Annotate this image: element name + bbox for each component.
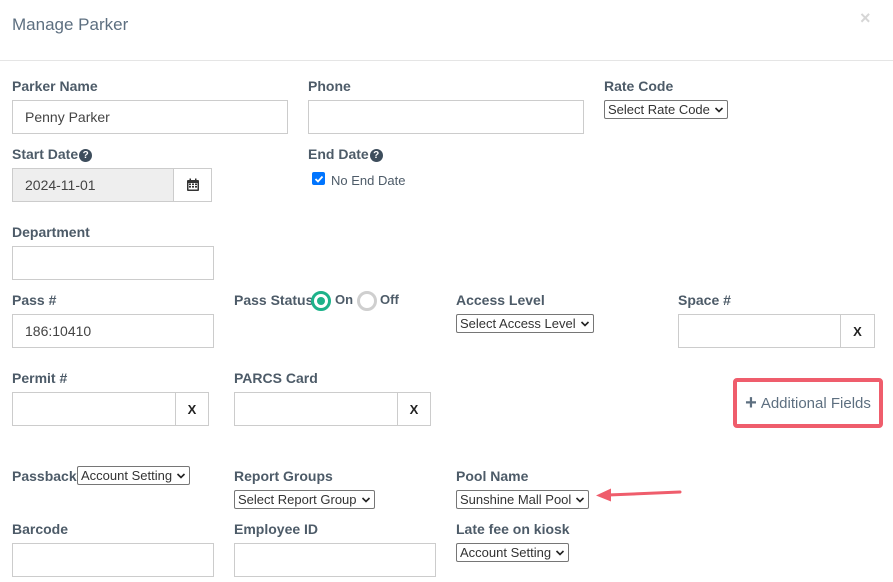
question-circle-icon: ? — [79, 149, 93, 162]
report-groups-select[interactable]: Select Report Group — [234, 490, 375, 509]
chevron-down-icon — [361, 496, 370, 503]
space-number-label: Space # — [678, 292, 731, 308]
pool-name-select[interactable]: Sunshine Mall Pool — [456, 490, 590, 509]
passback-select[interactable]: Account Setting — [77, 466, 191, 485]
start-date-input[interactable]: 2024-11-01 — [12, 168, 174, 202]
plus-icon: + — [745, 391, 757, 414]
passback-label: Passback — [12, 468, 77, 484]
barcode-label: Barcode — [12, 521, 69, 537]
department-label: Department — [12, 224, 90, 240]
late-fee-selected: Account Setting — [460, 545, 552, 560]
space-clear-button[interactable]: X — [840, 314, 875, 348]
space-number-input[interactable] — [678, 314, 841, 348]
parcs-card-label: PARCS Card — [234, 370, 318, 386]
access-level-selected: Select Access Level — [460, 316, 576, 331]
pass-status-off-radio[interactable] — [357, 291, 377, 311]
barcode-input[interactable] — [12, 543, 214, 577]
modal-title: Manage Parker — [12, 15, 129, 34]
pass-status-off-label: Off — [380, 292, 399, 307]
parcs-card-input[interactable] — [234, 392, 398, 426]
employee-id-label: Employee ID — [234, 521, 319, 537]
additional-fields-label: Additional Fields — [760, 394, 871, 412]
parker-name-input[interactable]: Penny Parker — [12, 100, 288, 134]
parker-name-label: Parker Name — [12, 78, 98, 94]
parcs-clear-button[interactable]: X — [397, 392, 431, 426]
permit-clear-button[interactable]: X — [175, 392, 209, 426]
late-fee-label: Late fee on kiosk — [456, 521, 570, 537]
pool-name-label: Pool Name — [456, 468, 529, 484]
rate-code-label: Rate Code — [604, 78, 674, 94]
parker-name-value: Penny Parker — [25, 109, 110, 125]
pass-number-input[interactable]: 186:10410 — [12, 314, 214, 348]
permit-number-label: Permit # — [12, 370, 68, 386]
access-level-select[interactable]: Select Access Level — [456, 314, 594, 333]
pass-status-on-radio[interactable] — [311, 291, 331, 311]
start-date-label-text: Start Date — [12, 146, 79, 162]
start-date-label: Start Date? — [12, 146, 93, 162]
start-date-value: 2024-11-01 — [25, 177, 96, 193]
permit-number-input[interactable] — [12, 392, 176, 426]
end-date-label: End Date? — [308, 146, 383, 162]
department-input[interactable] — [12, 246, 214, 280]
employee-id-input[interactable] — [234, 543, 436, 577]
pool-name-selected: Sunshine Mall Pool — [460, 492, 572, 507]
access-level-label: Access Level — [456, 292, 545, 308]
report-groups-label: Report Groups — [234, 468, 333, 484]
passback-selected: Account Setting — [81, 468, 173, 483]
pass-status-on-label: On — [335, 292, 354, 307]
annotation-arrow-icon — [596, 488, 682, 502]
report-groups-selected: Select Report Group — [238, 492, 357, 507]
phone-label: Phone — [308, 78, 351, 94]
no-end-date-checkbox[interactable] — [312, 172, 325, 185]
pass-status-label: Pass Status — [234, 292, 314, 308]
close-icon[interactable]: × — [860, 8, 871, 29]
pass-number-label: Pass # — [12, 292, 57, 308]
phone-input[interactable] — [308, 100, 584, 134]
chevron-down-icon — [576, 496, 585, 503]
no-end-date-label: No End Date — [331, 173, 406, 188]
rate-code-selected: Select Rate Code — [608, 102, 710, 117]
calendar-button[interactable] — [173, 168, 212, 202]
additional-fields-button[interactable]: + Additional Fields — [733, 378, 883, 428]
late-fee-select[interactable]: Account Setting — [456, 543, 570, 562]
calendar-icon — [186, 178, 199, 191]
chevron-down-icon — [555, 549, 565, 556]
pass-number-value: 186:10410 — [25, 323, 92, 339]
question-circle-icon: ? — [369, 149, 383, 162]
checkmark-icon — [314, 175, 323, 183]
chevron-down-icon — [714, 106, 723, 113]
header-divider — [0, 60, 893, 61]
end-date-label-text: End Date — [308, 146, 369, 162]
chevron-down-icon — [580, 320, 589, 327]
chevron-down-icon — [176, 472, 186, 479]
rate-code-select[interactable]: Select Rate Code — [604, 100, 728, 119]
